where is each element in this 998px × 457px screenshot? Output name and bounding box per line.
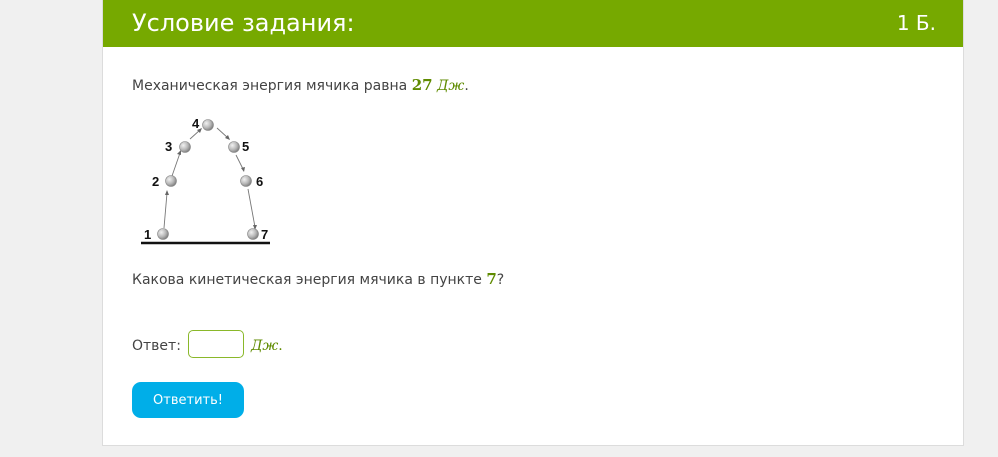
statement-unit: Дж (437, 78, 465, 94)
diagram-label-2: 2 (152, 174, 159, 189)
diagram-label-1: 1 (144, 227, 151, 242)
task-title: Условие задания: (132, 9, 355, 37)
diagram-label-4: 4 (192, 116, 200, 131)
diagram-label-3: 3 (165, 139, 172, 154)
task-points: 1 Б. (896, 11, 936, 35)
statement-value: 27 (411, 76, 433, 94)
statement-text: Механическая энергия мячика равна 27 Дж. (132, 76, 469, 95)
ball-5 (228, 141, 240, 153)
answer-unit-text: Дж (251, 338, 279, 354)
ball-trajectory-diagram: 1 2 3 4 5 6 7 (141, 116, 270, 245)
question-point: 7 (486, 270, 497, 288)
task-card: Условие задания: 1 Б. Механическая энерг… (102, 0, 964, 446)
balls (157, 119, 259, 240)
diagram-label-6: 6 (256, 174, 263, 189)
ball-1 (157, 228, 169, 240)
answer-unit: Дж. (251, 337, 283, 355)
submit-button[interactable]: Ответить! (132, 382, 244, 418)
ball-4 (202, 119, 214, 131)
diagram-label-7: 7 (261, 227, 268, 242)
answer-input[interactable] (188, 330, 244, 358)
statement-suffix: . (464, 78, 469, 94)
ball-7 (247, 228, 259, 240)
task-header: Условие задания: 1 Б. (103, 0, 963, 47)
diagram-label-5: 5 (242, 139, 249, 154)
question-prefix: Какова кинетическая энергия мячика в пун… (132, 272, 487, 288)
ball-2 (165, 175, 177, 187)
answer-unit-suffix: . (278, 338, 283, 354)
answer-label: Ответ: (132, 338, 181, 354)
question-text: Какова кинетическая энергия мячика в пун… (132, 270, 504, 289)
question-suffix: ? (496, 272, 505, 288)
statement-prefix: Механическая энергия мячика равна (132, 78, 412, 94)
ball-3 (179, 141, 191, 153)
ball-6 (240, 175, 252, 187)
